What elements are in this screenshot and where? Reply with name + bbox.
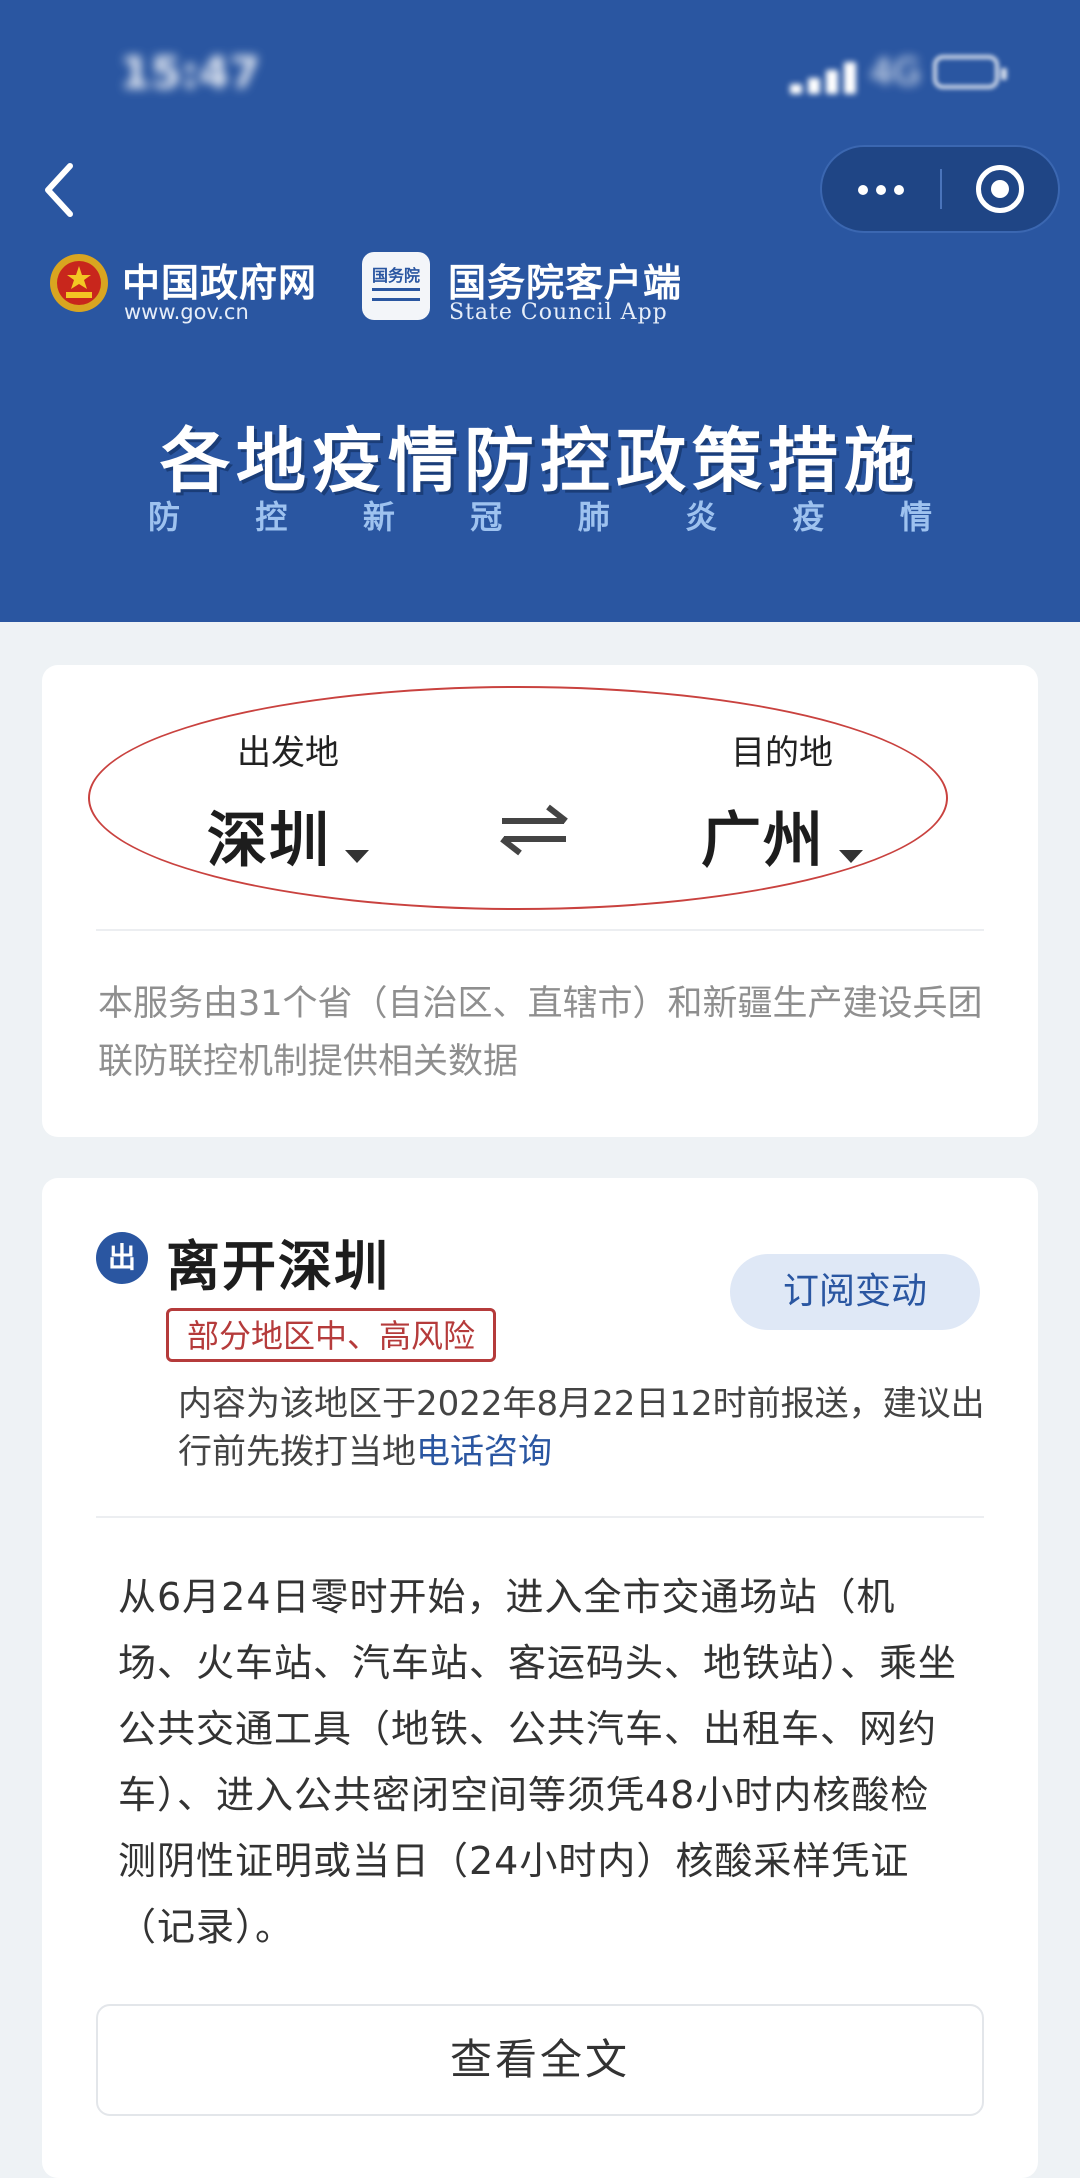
- close-button[interactable]: [942, 147, 1058, 231]
- back-button[interactable]: [40, 160, 80, 220]
- policy-text: 从6月24日零时开始，进入全市交通场站（机场、火车站、汽车站、客运码头、地铁站）…: [118, 1575, 958, 1949]
- battery-icon: [933, 55, 1007, 89]
- capsule-menu: [820, 145, 1060, 233]
- origin-selector[interactable]: 出发地 深圳: [138, 725, 438, 879]
- swap-icon[interactable]: [496, 803, 572, 857]
- state-council-logo: 国务院: [362, 252, 430, 320]
- report-info: 内容为该地区于2022年8月22日12时前报送，建议出行前先拨打当地电话咨询: [178, 1380, 1008, 1476]
- subtitle-char: 新: [362, 498, 395, 536]
- gov-site-title: 中国政府网: [122, 261, 318, 305]
- app-subtitle: State Council App: [449, 300, 668, 325]
- origin-city: 深圳: [207, 806, 331, 876]
- caret-down-icon: [345, 850, 369, 863]
- divider: [96, 1516, 984, 1518]
- subtitle-char: 疫: [792, 498, 825, 536]
- subtitle-char: 冠: [470, 498, 503, 536]
- destination-selector[interactable]: 目的地 广州: [632, 725, 932, 879]
- phone-consult-link[interactable]: 电话咨询: [416, 1432, 552, 1472]
- divider: [96, 929, 984, 931]
- route-card: 出发地 深圳 目的地 广州 本服务由31个省（自治区、直辖市）和新疆生产建设兵团…: [42, 665, 1038, 1137]
- signal-icon: [790, 62, 860, 94]
- destination-city: 广州: [701, 806, 825, 876]
- page-subtitle: 防 控 新 冠 肺 炎 疫 情: [148, 492, 932, 538]
- subtitle-char: 炎: [685, 498, 718, 536]
- view-full-text-button[interactable]: 查看全文: [96, 2004, 984, 2116]
- report-text: 内容为该地区于2022年8月22日12时前报送，建议出行前先拨打当地: [178, 1384, 985, 1472]
- state-council-logo-text: 国务院: [371, 266, 420, 285]
- gov-site-url: www.gov.cn: [124, 300, 249, 324]
- subtitle-char: 肺: [577, 498, 610, 536]
- departure-badge: 出: [96, 1232, 148, 1284]
- status-time: 15:47: [120, 48, 261, 99]
- page-title: 各地疫情防控政策措施: [160, 420, 920, 502]
- destination-label: 目的地: [731, 733, 833, 773]
- subtitle-char: 控: [255, 498, 288, 536]
- data-source-note: 本服务由31个省（自治区、直辖市）和新疆生产建设兵团联防联控机制提供相关数据: [98, 984, 983, 1082]
- caret-down-icon: [839, 850, 863, 863]
- chevron-left-icon: [45, 163, 73, 217]
- header-banner: 15:47 4G 中国政府网 www.gov.cn 国务院 国务院客户端 Sta…: [0, 0, 1080, 622]
- departure-card: 出 离开深圳 订阅变动 部分地区中、高风险 内容为该地区于2022年8月22日1…: [42, 1178, 1038, 2178]
- network-label: 4G: [870, 52, 921, 93]
- origin-label: 出发地: [237, 733, 339, 773]
- departure-title: 离开深圳: [166, 1235, 390, 1298]
- subtitle-char: 情: [899, 498, 932, 536]
- more-button[interactable]: [822, 147, 940, 231]
- status-bar: 15:47 4G: [0, 0, 1080, 130]
- app-title: 国务院客户端: [448, 261, 683, 305]
- subtitle-char: 防: [148, 498, 181, 536]
- national-emblem-icon: [50, 254, 108, 312]
- subscribe-button[interactable]: 订阅变动: [730, 1254, 980, 1330]
- risk-tag: 部分地区中、高风险: [166, 1308, 497, 1362]
